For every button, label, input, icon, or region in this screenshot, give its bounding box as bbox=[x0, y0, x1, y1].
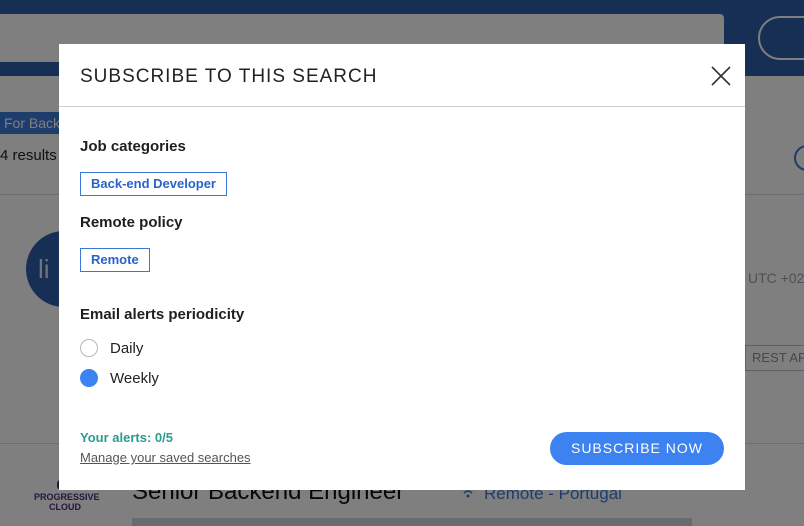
radio-weekly[interactable]: Weekly bbox=[80, 368, 159, 388]
remote-policy-tag: Remote bbox=[80, 248, 150, 272]
radio-button-daily[interactable] bbox=[80, 339, 98, 357]
job-categories-label: Job categories bbox=[80, 138, 186, 155]
radio-label-daily: Daily bbox=[110, 339, 144, 357]
modal-header: SUBSCRIBE TO THIS SEARCH bbox=[59, 44, 745, 107]
close-button[interactable] bbox=[709, 64, 733, 88]
remote-policy-label: Remote policy bbox=[80, 214, 183, 231]
modal-title: SUBSCRIBE TO THIS SEARCH bbox=[80, 66, 378, 87]
manage-searches-link[interactable]: Manage your saved searches bbox=[80, 450, 251, 465]
periodicity-label: Email alerts periodicity bbox=[80, 306, 245, 323]
radio-daily[interactable]: Daily bbox=[80, 338, 143, 358]
radio-button-weekly[interactable] bbox=[80, 369, 98, 387]
alerts-count: Your alerts: 0/5 bbox=[80, 430, 173, 445]
radio-label-weekly: Weekly bbox=[110, 369, 159, 387]
subscribe-now-button[interactable]: SUBSCRIBE NOW bbox=[550, 432, 724, 465]
job-category-tag: Back-end Developer bbox=[80, 172, 227, 196]
close-icon bbox=[711, 66, 731, 86]
subscribe-modal: SUBSCRIBE TO THIS SEARCH Job categories … bbox=[59, 44, 745, 490]
